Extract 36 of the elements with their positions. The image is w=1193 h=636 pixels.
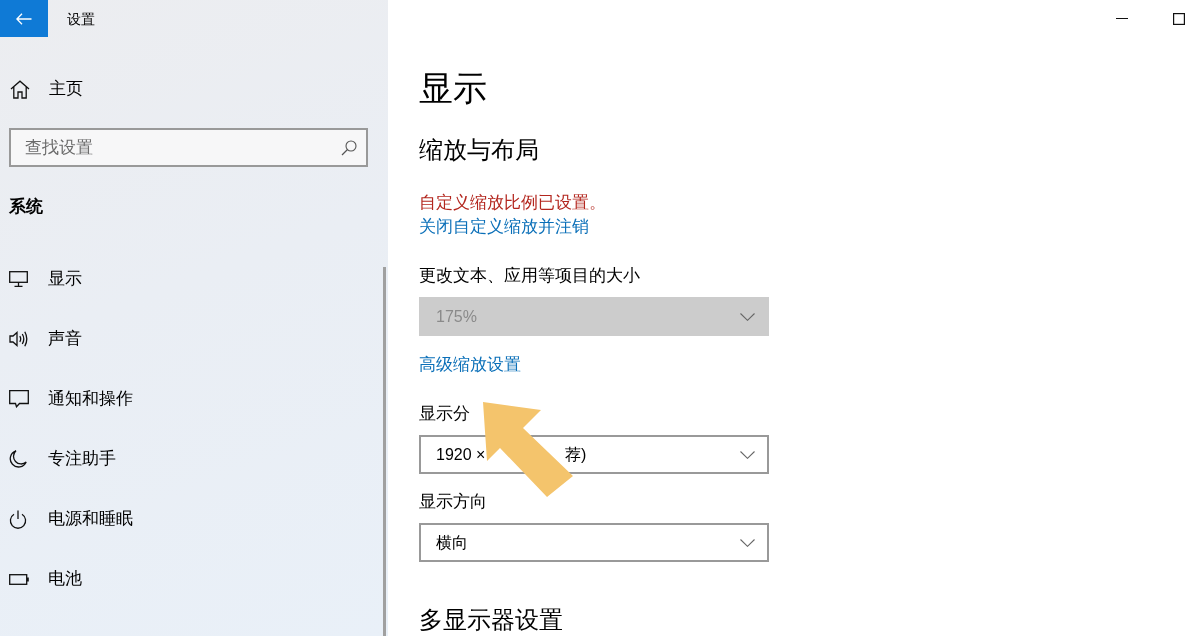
nav-item[interactable]: 电池 bbox=[0, 549, 388, 609]
home-nav-item[interactable]: 主页 bbox=[0, 59, 388, 119]
nav-item[interactable]: 通知和操作 bbox=[0, 369, 388, 429]
search-icon bbox=[341, 140, 357, 156]
monitor-icon bbox=[9, 271, 28, 287]
page-title: 显示 bbox=[419, 68, 487, 109]
orientation-dropdown[interactable]: 横向 bbox=[419, 523, 769, 562]
field-label: 更改文本、应用等项目的大小 bbox=[419, 265, 640, 287]
warning-text: 自定义缩放比例已设置。 bbox=[419, 192, 606, 214]
arrow-left-icon bbox=[16, 12, 32, 25]
back-button[interactable] bbox=[0, 0, 48, 37]
speech-bubble-icon bbox=[9, 390, 29, 408]
field-label: 显示分 bbox=[419, 403, 470, 425]
field-label: 显示方向 bbox=[419, 491, 487, 513]
nav-item[interactable]: 声音 bbox=[0, 309, 388, 369]
moon-icon bbox=[9, 450, 27, 468]
maximize-icon bbox=[1173, 12, 1185, 25]
chevron-down-icon bbox=[740, 312, 755, 321]
section-heading: 缩放与布局 bbox=[419, 135, 539, 165]
nav-item[interactable]: 专注助手 bbox=[0, 429, 388, 489]
window-title: 设置 bbox=[67, 9, 95, 28]
home-icon bbox=[10, 79, 30, 99]
chevron-down-icon bbox=[740, 450, 755, 459]
section-heading: 多显示器设置 bbox=[419, 606, 563, 634]
section-heading: 系统 bbox=[9, 196, 43, 218]
nav-item[interactable]: 电源和睡眠 bbox=[0, 489, 388, 549]
battery-icon bbox=[9, 573, 29, 585]
search-field[interactable]: 查找设置 bbox=[9, 128, 368, 167]
sign-out-link[interactable]: 关闭自定义缩放并注销 bbox=[419, 215, 589, 239]
minimize-icon bbox=[1116, 18, 1128, 19]
speaker-icon bbox=[9, 330, 29, 348]
advanced-scaling-link[interactable]: 高级缩放设置 bbox=[419, 353, 521, 377]
power-icon bbox=[9, 509, 27, 529]
scrollbar[interactable] bbox=[383, 267, 386, 636]
nav-item[interactable]: 显示 bbox=[0, 249, 388, 309]
chevron-down-icon bbox=[740, 538, 755, 547]
